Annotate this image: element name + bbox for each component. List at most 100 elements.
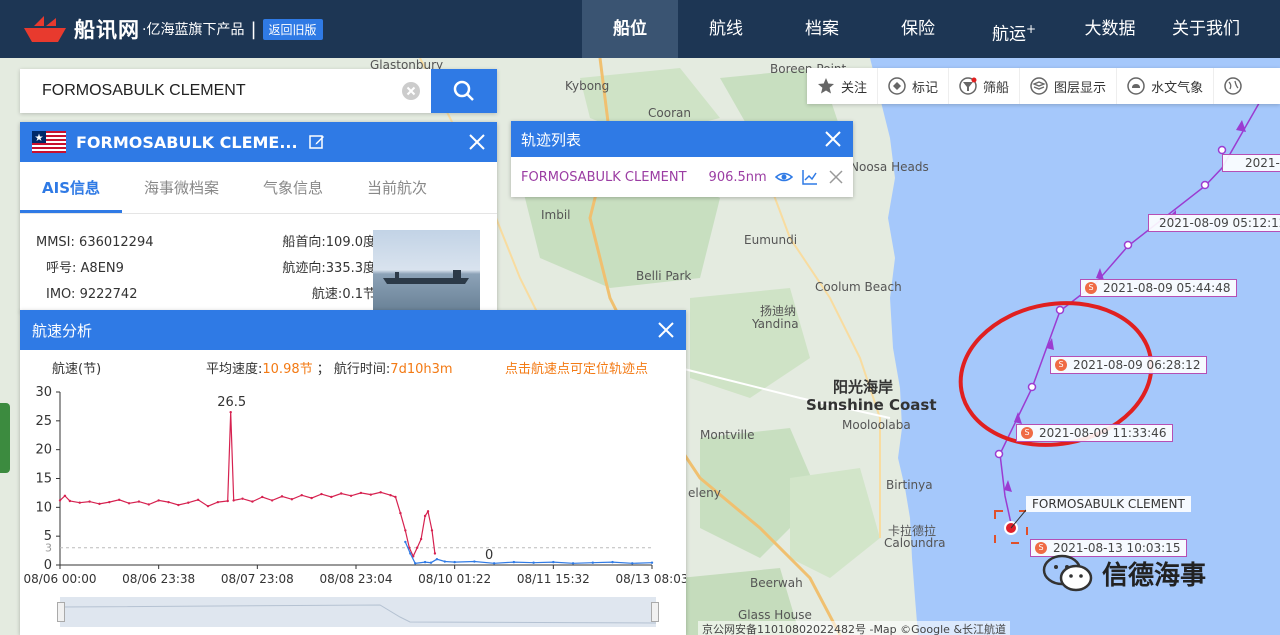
- y-tick-label: 0: [44, 558, 52, 573]
- speed-point: [429, 561, 433, 564]
- tab-ais-info[interactable]: AIS信息: [20, 162, 122, 213]
- speed-point: [394, 495, 397, 499]
- track-point-label[interactable]: 2021-08: [1222, 154, 1280, 172]
- locate-point-hint[interactable]: 点击航速点可定位轨迹点: [505, 358, 648, 377]
- follow-button[interactable]: 关注: [807, 68, 879, 104]
- nav-item-routes[interactable]: 航线: [678, 0, 774, 58]
- slider-handle-left[interactable]: [57, 602, 65, 622]
- x-tick-label: 08/08 23:04: [320, 572, 393, 586]
- logo-subtitle: ·亿海蓝旗下产品: [142, 22, 245, 38]
- speed-point: [419, 537, 423, 541]
- search-input[interactable]: [20, 70, 400, 112]
- track-point-label[interactable]: S 2021-08-09 06:28:12: [1050, 356, 1208, 374]
- hydro-weather-button[interactable]: 水文气象: [1117, 68, 1215, 104]
- watermark: 信德海事: [1040, 553, 1206, 593]
- tab-maritime-archive[interactable]: 海事微档案: [122, 162, 241, 213]
- main-nav: 船位 航线 档案 保险 航运+ 大数据 关于我们: [582, 0, 1254, 58]
- nav-item-insurance[interactable]: 保险: [870, 0, 966, 58]
- track-time: 2021-08: [1245, 156, 1280, 170]
- wechat-icon: [1042, 554, 1093, 592]
- chart-y-label: 航速(节): [52, 362, 102, 377]
- speed-point: [591, 561, 594, 564]
- speed-point: [512, 560, 516, 564]
- speed-chart-icon[interactable]: [801, 168, 819, 186]
- speed-point: [310, 496, 313, 500]
- map-label: Mooloolaba: [842, 418, 911, 432]
- track-time: 2021-08-09 05:44:48: [1103, 281, 1231, 295]
- speed-point: [349, 494, 353, 497]
- tab-current-voyage[interactable]: 当前航次: [345, 162, 449, 213]
- search-button[interactable]: [431, 69, 497, 113]
- speed-point: [177, 503, 180, 507]
- remove-track-icon[interactable]: [827, 168, 845, 186]
- x-tick-label: 08/06 00:00: [24, 572, 97, 586]
- speed-series-line: [59, 412, 436, 558]
- speed-point: [261, 495, 264, 499]
- globe-button[interactable]: [1214, 68, 1258, 104]
- nav-item-shipping[interactable]: 航运+: [966, 0, 1062, 58]
- track-point-label[interactable]: 2021-08-09 05:12:12: [1148, 214, 1280, 232]
- x-tick-label: 08/07 23:08: [221, 572, 294, 586]
- s-marker-icon: S: [1055, 359, 1067, 371]
- x-tick-label: 08/10 01:22: [418, 572, 491, 586]
- close-icon[interactable]: [656, 320, 676, 340]
- map-label: Glass House: [738, 608, 812, 622]
- site-logo[interactable]: 船讯网 ·亿海蓝旗下产品 | 返回旧版: [20, 12, 323, 46]
- speed-point: [196, 498, 200, 502]
- track-list-item[interactable]: FORMOSABULK CLEMENT 906.5nm: [511, 157, 853, 197]
- nav-label: 保险: [901, 19, 935, 39]
- tab-weather-info[interactable]: 气象信息: [241, 162, 345, 213]
- speed-point: [631, 562, 634, 565]
- speed-point: [389, 494, 392, 497]
- weather-icon: [1127, 77, 1145, 95]
- mark-button[interactable]: 标记: [878, 68, 950, 104]
- speed-point: [232, 499, 235, 502]
- track-point-label[interactable]: S 2021-08-09 05:44:48: [1080, 279, 1238, 297]
- map-label: Beerwah: [750, 576, 803, 590]
- speed-point: [426, 510, 430, 513]
- nav-item-big-data[interactable]: 大数据: [1062, 0, 1158, 58]
- ship-photo[interactable]: [373, 230, 480, 310]
- info-row: IMO: 9222742 航速:0.1节: [36, 282, 376, 308]
- speed-point: [68, 499, 72, 503]
- speed-point: [300, 494, 303, 497]
- nav-item-about-us[interactable]: 关于我们: [1158, 0, 1254, 58]
- time-range-slider[interactable]: [59, 597, 657, 627]
- map-label: Birtinya: [886, 478, 933, 492]
- track-point-label[interactable]: S 2021-08-09 11:33:46: [1016, 424, 1174, 442]
- filter-ships-button[interactable]: 筛船: [949, 68, 1021, 104]
- search-icon: [453, 80, 474, 101]
- x-tick-label: 08/06 23:38: [122, 572, 195, 586]
- speed-point: [280, 495, 284, 498]
- edit-icon[interactable]: [308, 133, 326, 151]
- close-icon[interactable]: [467, 132, 487, 152]
- side-zoom-control[interactable]: [0, 403, 10, 473]
- ship-name-label[interactable]: FORMOSABULK CLEMENT: [1026, 496, 1191, 512]
- speed-point: [108, 500, 111, 504]
- s-marker-icon: S: [1021, 427, 1033, 439]
- speed-point: [241, 497, 244, 500]
- tool-label: 筛船: [983, 80, 1010, 96]
- map-toolbar: 关注 标记 筛船 图层显示 水文气象: [807, 68, 1280, 104]
- eye-icon[interactable]: [774, 168, 793, 186]
- y-tick-label: 15: [35, 472, 52, 487]
- speed-point: [98, 502, 101, 506]
- callsign-value: A8EN9: [80, 261, 124, 276]
- layer-display-button[interactable]: 图层显示: [1020, 68, 1118, 104]
- map-attribution: 京公网安备11010802022482号 -Map ©Google &长江航道: [698, 621, 1011, 635]
- speed-chart[interactable]: 051015202530308/06 00:00 08/06 23:38 08/07…: [20, 380, 686, 595]
- reference-line-label: 3: [45, 542, 52, 555]
- close-icon[interactable]: [823, 129, 843, 149]
- course-value: 335.3度: [325, 261, 376, 276]
- speed-point: [611, 560, 614, 564]
- nav-item-archives[interactable]: 档案: [774, 0, 870, 58]
- nav-plus-sup: +: [1025, 22, 1037, 36]
- mmsi-label: MMSI:: [36, 235, 75, 250]
- heading-value: 109.0度: [325, 235, 376, 250]
- back-to-old-version-button[interactable]: 返回旧版: [262, 18, 323, 40]
- speed-point: [571, 562, 575, 565]
- y-tick-label: 25: [35, 414, 52, 429]
- clear-icon[interactable]: [401, 81, 421, 101]
- nav-item-ship-position[interactable]: 船位: [582, 0, 678, 58]
- slider-handle-right[interactable]: [651, 602, 659, 622]
